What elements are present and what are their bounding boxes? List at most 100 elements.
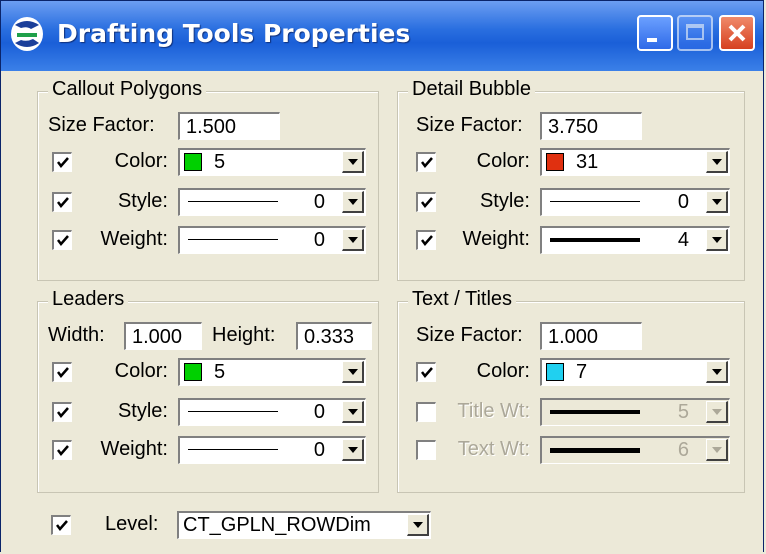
weight-checkbox[interactable] [52, 440, 72, 460]
color-checkbox[interactable] [52, 362, 72, 382]
checkmark-icon [421, 367, 433, 378]
size-factor-input[interactable]: 1.500 [178, 112, 280, 140]
color-swatch [546, 363, 564, 381]
color-checkbox[interactable] [416, 362, 436, 382]
group-title: Leaders [48, 288, 129, 311]
style-label: Style: [479, 190, 530, 212]
checkmark-icon [421, 197, 433, 208]
properties-window: Drafting Tools Properties Callout Polygo… [0, 0, 764, 553]
title-bar[interactable]: Drafting Tools Properties [1, 1, 763, 71]
color-checkbox[interactable] [416, 152, 436, 172]
level-checkbox[interactable] [51, 515, 71, 535]
line-weight-preview [550, 238, 640, 242]
chevron-down-icon [348, 237, 358, 243]
dropdown-button[interactable] [342, 439, 364, 461]
checkmark-icon [57, 445, 69, 456]
checkmark-icon [57, 407, 69, 418]
app-logo-icon [11, 17, 43, 51]
style-checkbox[interactable] [52, 402, 72, 422]
style-dropdown[interactable]: 0 [540, 188, 730, 216]
weight-checkbox[interactable] [416, 230, 436, 250]
weight-dropdown[interactable]: 0 [178, 226, 366, 254]
dropdown-button[interactable] [706, 229, 728, 251]
style-dropdown[interactable]: 0 [178, 188, 366, 216]
color-dropdown[interactable]: 7 [540, 358, 730, 386]
title-wt-dropdown: 5 [540, 398, 730, 426]
dropdown-button[interactable] [706, 361, 728, 383]
line-weight-preview [188, 449, 278, 450]
close-icon [728, 24, 746, 42]
weight-dropdown[interactable]: 4 [540, 226, 730, 254]
line-style-preview [550, 201, 640, 202]
maximize-button [677, 15, 713, 51]
dropdown-button[interactable] [706, 151, 728, 173]
style-value: 0 [677, 191, 689, 213]
color-swatch [184, 153, 202, 171]
text-titles-group: Text / Titles Size Factor: 1.000 Color: … [397, 288, 745, 493]
color-checkbox[interactable] [52, 152, 72, 172]
minimize-button[interactable] [637, 15, 673, 51]
title-wt-value: 5 [677, 401, 689, 423]
weight-dropdown[interactable]: 0 [178, 436, 366, 464]
color-label: Color: [114, 150, 168, 172]
size-factor-input[interactable]: 3.750 [540, 112, 642, 140]
checkmark-icon [56, 520, 68, 531]
checkmark-icon [57, 235, 69, 246]
checkmark-icon [421, 157, 433, 168]
weight-checkbox[interactable] [52, 230, 72, 250]
weight-value: 4 [677, 229, 689, 251]
text-wt-label: Text Wt: [457, 438, 530, 460]
chevron-down-icon [413, 522, 423, 528]
color-dropdown[interactable]: 5 [178, 358, 366, 386]
chevron-down-icon [348, 447, 358, 453]
checkmark-icon [57, 197, 69, 208]
dropdown-button[interactable] [342, 401, 364, 423]
weight-value: 0 [313, 439, 325, 461]
dropdown-button [706, 439, 728, 461]
level-value: CT_GPLN_ROWDim [183, 514, 371, 536]
group-title: Detail Bubble [408, 78, 535, 101]
leaders-group: Leaders Width: 1.000 Height: 0.333 Color… [37, 288, 379, 493]
chevron-down-icon [712, 199, 722, 205]
text-wt-dropdown: 6 [540, 436, 730, 464]
style-dropdown[interactable]: 0 [178, 398, 366, 426]
dropdown-button[interactable] [342, 191, 364, 213]
window-title: Drafting Tools Properties [57, 19, 411, 48]
dropdown-button[interactable] [407, 514, 429, 536]
size-factor-label: Size Factor: [416, 114, 523, 136]
checkmark-icon [57, 157, 69, 168]
style-checkbox[interactable] [416, 192, 436, 212]
size-factor-input[interactable]: 1.000 [540, 322, 642, 350]
line-style-preview [188, 201, 278, 202]
color-label: Color: [114, 360, 168, 382]
title-wt-checkbox[interactable] [416, 402, 436, 422]
width-input[interactable]: 1.000 [124, 322, 202, 350]
dropdown-button[interactable] [342, 151, 364, 173]
color-label: Color: [476, 360, 530, 382]
dropdown-button[interactable] [706, 191, 728, 213]
close-button[interactable] [719, 15, 755, 51]
color-dropdown[interactable]: 5 [178, 148, 366, 176]
level-dropdown[interactable]: CT_GPLN_ROWDim [177, 511, 431, 539]
dropdown-button[interactable] [342, 229, 364, 251]
line-weight-preview [550, 410, 640, 414]
checkmark-icon [421, 235, 433, 246]
weight-label: Weight: [100, 438, 168, 460]
level-label: Level: [105, 513, 159, 535]
dialog-body: Callout Polygons Size Factor: 1.500 Colo… [1, 71, 763, 553]
size-factor-label: Size Factor: [416, 324, 523, 346]
chevron-down-icon [348, 369, 358, 375]
width-label: Width: [48, 324, 105, 346]
size-factor-label: Size Factor: [48, 114, 155, 136]
style-value: 0 [313, 191, 325, 213]
weight-label: Weight: [100, 228, 168, 250]
weight-label: Weight: [462, 228, 530, 250]
dropdown-button[interactable] [342, 361, 364, 383]
text-wt-checkbox[interactable] [416, 440, 436, 460]
chevron-down-icon [712, 237, 722, 243]
style-label: Style: [117, 400, 168, 422]
color-dropdown[interactable]: 31 [540, 148, 730, 176]
height-input[interactable]: 0.333 [296, 322, 372, 350]
style-checkbox[interactable] [52, 192, 72, 212]
color-value: 31 [576, 151, 599, 173]
